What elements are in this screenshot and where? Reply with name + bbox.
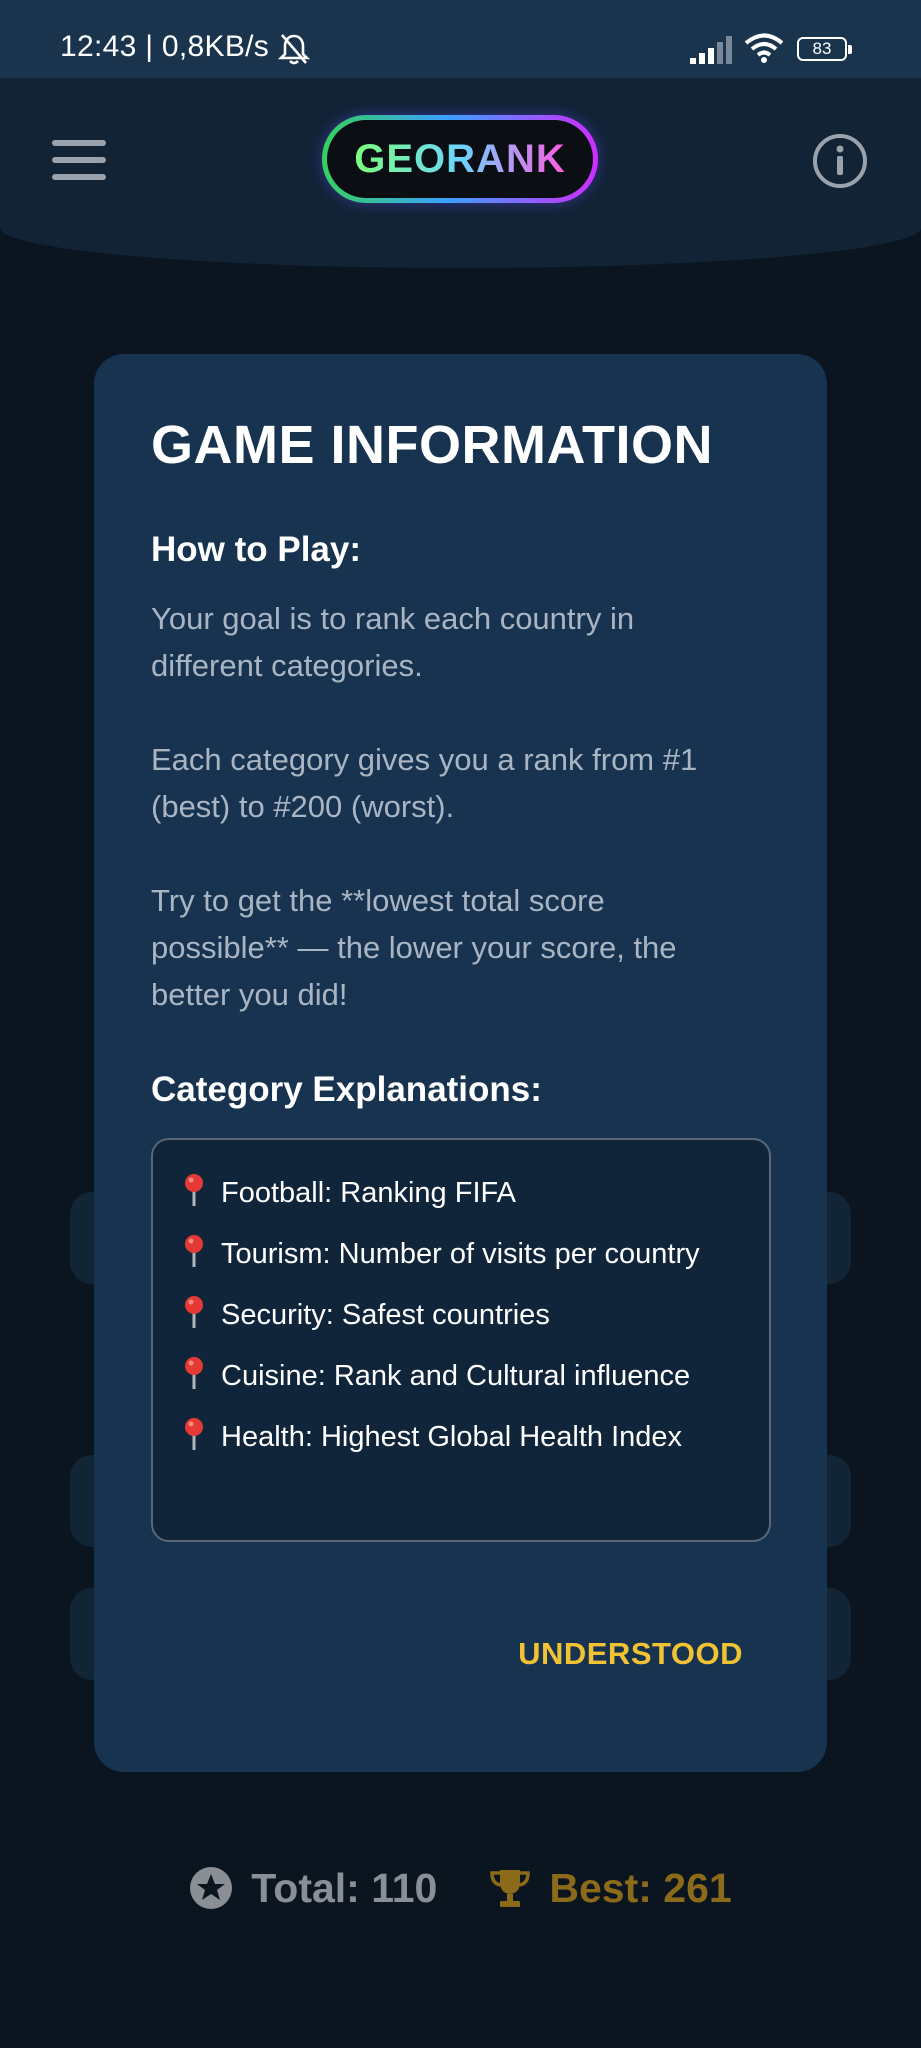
- category-text: Health: Highest Global Health Index: [221, 1421, 683, 1453]
- game-info-dialog: GAME INFORMATION How to Play: Your goal …: [94, 354, 827, 1772]
- menu-icon[interactable]: [50, 138, 108, 182]
- pin-icon: [185, 1357, 203, 1389]
- category-text: Tourism: Number of visits per country: [221, 1238, 700, 1270]
- how-to-play-heading: How to Play:: [151, 530, 362, 569]
- instruction-paragraph: Try to get the **lowest total score poss…: [151, 883, 677, 1012]
- wifi-icon: [744, 33, 784, 63]
- info-icon[interactable]: [812, 133, 868, 189]
- category-text: Cuisine: Rank and Cultural influence: [221, 1360, 691, 1392]
- bell-off-icon: [278, 34, 310, 65]
- best-score: Best: 261: [489, 1864, 732, 1912]
- total-score: Total: 110: [189, 1865, 437, 1912]
- list-item: Football: Ranking FIFA: [181, 1172, 743, 1214]
- list-item: Security: Safest countries: [181, 1294, 743, 1336]
- category-explanations-heading: Category Explanations:: [151, 1070, 542, 1109]
- pin-icon: [185, 1296, 203, 1328]
- pin-icon: [185, 1174, 203, 1206]
- status-time: 12:43 | 0,8KB/s: [60, 30, 270, 63]
- instruction-paragraph: Each category gives you a rank from #1 (…: [151, 742, 698, 824]
- category-list: Football: Ranking FIFA Tourism: Number o…: [153, 1140, 769, 1458]
- best-score-text: Best: 261: [549, 1864, 732, 1911]
- dialog-title: GAME INFORMATION: [151, 415, 713, 475]
- total-score-text: Total: 110: [251, 1864, 438, 1911]
- instruction-paragraph: Your goal is to rank each country in dif…: [151, 601, 635, 683]
- pin-icon: [185, 1418, 203, 1450]
- pin-icon: [185, 1235, 203, 1267]
- list-item: Health: Highest Global Health Index: [181, 1416, 743, 1458]
- category-list-box: Football: Ranking FIFA Tourism: Number o…: [151, 1138, 771, 1542]
- logo-text: GEORANK: [354, 136, 566, 181]
- battery-indicator: 83: [797, 37, 852, 61]
- list-item: Tourism: Number of visits per country: [181, 1233, 743, 1275]
- category-text: Security: Safest countries: [221, 1299, 550, 1331]
- understood-button[interactable]: UNDERSTOOD: [518, 1636, 743, 1672]
- status-bar: 12:43 | 0,8KB/s 83: [0, 0, 921, 78]
- category-text: Football: Ranking FIFA: [221, 1177, 516, 1209]
- signal-icon: [690, 36, 732, 64]
- list-item: Cuisine: Rank and Cultural influence: [181, 1355, 743, 1397]
- score-footer: Total: 110 Best: 261: [0, 1858, 921, 1918]
- trophy-icon: [490, 1870, 531, 1907]
- georank-logo: GEORANK: [322, 115, 598, 203]
- star-icon: [190, 1867, 233, 1909]
